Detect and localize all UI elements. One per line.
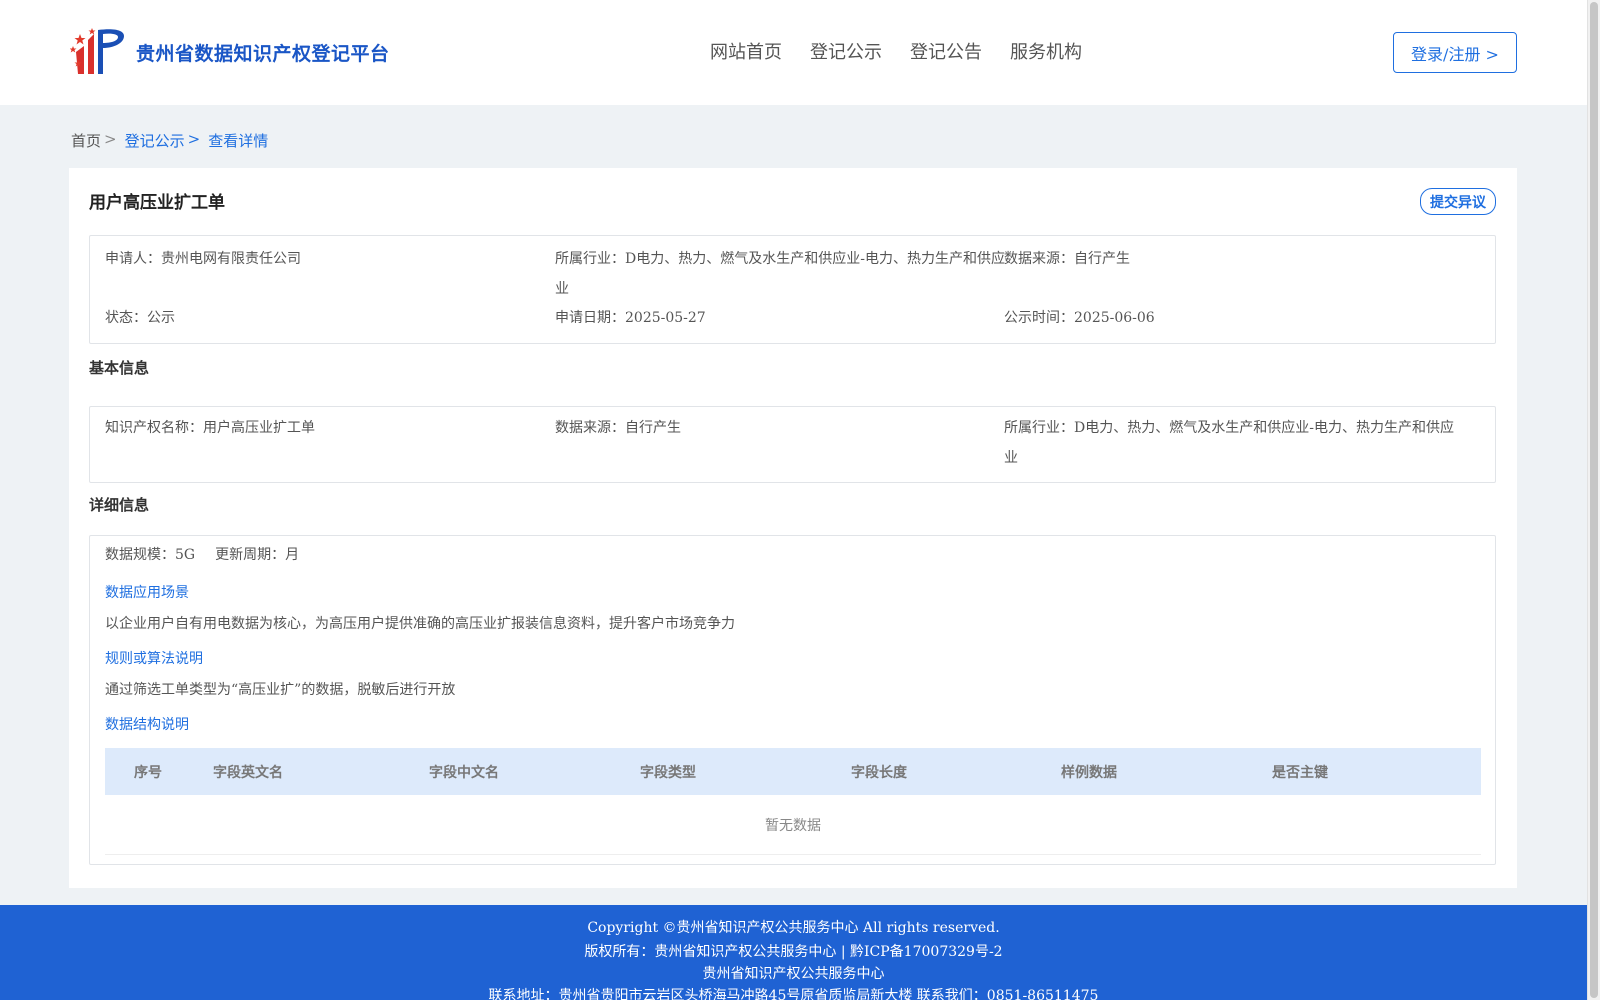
apply-date-field: 申请日期：2025-05-27 bbox=[555, 303, 706, 333]
breadcrumb-separator: > bbox=[187, 130, 201, 148]
applicant-field: 申请人：贵州电网有限责任公司 bbox=[105, 244, 301, 274]
scenario-text: 以企业用户自有用电数据为核心，为高压用户提供准确的高压业扩报装信息资料，提升客户… bbox=[105, 616, 735, 632]
applicant-value: 贵州电网有限责任公司 bbox=[161, 251, 301, 267]
footer-copyright: Copyright ©贵州省知识产权公共服务中心 All rights rese… bbox=[587, 920, 1000, 936]
basic-info-box: 知识产权名称：用户高压业扩工单 数据来源：自行产生 所属行业：D电力、热力、燃气… bbox=[89, 406, 1496, 483]
industry-value-cont: 业 bbox=[555, 281, 569, 297]
source-label: 数据来源： bbox=[1004, 251, 1074, 267]
rule-heading: 规则或算法说明 bbox=[105, 651, 203, 667]
page-scrollbar[interactable] bbox=[1587, 0, 1600, 1000]
structure-table-header: 序号 字段英文名 字段中文名 字段类型 字段长度 样例数据 是否主键 bbox=[105, 748, 1481, 795]
detail-card: 用户高压业扩工单 提交异议 申请人：贵州电网有限责任公司 所属行业：D电力、热力… bbox=[69, 168, 1517, 888]
ip-name-field: 知识产权名称：用户高压业扩工单 bbox=[105, 413, 315, 443]
industry-value: D电力、热力、燃气及水生产和供应业-电力、热力生产和供应 bbox=[625, 251, 1005, 267]
submit-objection-button[interactable]: 提交异议 bbox=[1420, 188, 1496, 215]
publish-date-label: 公示时间： bbox=[1004, 310, 1074, 326]
breadcrumb-separator: > bbox=[104, 130, 117, 148]
ip-name-value: 用户高压业扩工单 bbox=[203, 420, 315, 436]
breadcrumb-registration-publicity[interactable]: 登记公示 bbox=[125, 130, 185, 151]
site-name: 贵州省数据知识产权登记平台 bbox=[136, 42, 390, 65]
source-field: 数据来源：自行产生 bbox=[1004, 244, 1130, 274]
login-register-button[interactable]: 登录/注册 > bbox=[1393, 32, 1517, 73]
basic-source-value: 自行产生 bbox=[625, 420, 681, 436]
detail-info-heading: 详细信息 bbox=[89, 496, 150, 514]
source-value: 自行产生 bbox=[1074, 251, 1130, 267]
site-header: 贵州省数据知识产权登记平台 网站首页 登记公示 登记公告 服务机构 登录/注册 … bbox=[0, 0, 1587, 105]
scenario-heading: 数据应用场景 bbox=[105, 585, 189, 601]
structure-heading: 数据结构说明 bbox=[105, 717, 189, 733]
scale-label: 数据规模： bbox=[105, 547, 175, 563]
apply-date-value: 2025-05-27 bbox=[625, 310, 706, 326]
basic-industry-field: 所属行业：D电力、热力、燃气及水生产和供应业-电力、热力生产和供应 业 bbox=[1004, 413, 1464, 473]
logo-emblem-icon bbox=[70, 28, 124, 74]
scale-period-row: 数据规模：5G 更新周期：月 bbox=[105, 540, 299, 570]
breadcrumb-home[interactable]: 首页 bbox=[71, 130, 101, 151]
col-length: 字段长度 bbox=[851, 765, 907, 781]
scale-value: 5G bbox=[175, 547, 196, 563]
nav-service-agencies[interactable]: 服务机构 bbox=[1010, 38, 1082, 64]
apply-date-label: 申请日期： bbox=[555, 310, 625, 326]
status-value: 公示 bbox=[147, 310, 175, 326]
status-label: 状态： bbox=[105, 310, 147, 326]
basic-industry-label: 所属行业： bbox=[1004, 420, 1074, 436]
applicant-label: 申请人： bbox=[105, 251, 161, 267]
col-chinese-name: 字段中文名 bbox=[429, 765, 499, 781]
page: 贵州省数据知识产权登记平台 网站首页 登记公示 登记公告 服务机构 登录/注册 … bbox=[0, 0, 1587, 1000]
basic-source-label: 数据来源： bbox=[555, 420, 625, 436]
ip-name-label: 知识产权名称： bbox=[105, 420, 203, 436]
publish-date-value: 2025-06-06 bbox=[1074, 310, 1155, 326]
site-footer: Copyright ©贵州省知识产权公共服务中心 All rights rese… bbox=[0, 905, 1587, 1000]
nav-registration-publicity[interactable]: 登记公示 bbox=[810, 38, 882, 64]
site-logo[interactable]: 贵州省数据知识产权登记平台 bbox=[70, 26, 390, 78]
footer-rights-icp: 版权所有：贵州省知识产权公共服务中心 | 黔ICP备17007329号-2 bbox=[584, 944, 1003, 960]
nav-registration-announcement[interactable]: 登记公告 bbox=[910, 38, 982, 64]
basic-industry-value-cont: 业 bbox=[1004, 450, 1018, 466]
publish-date-field: 公示时间：2025-06-06 bbox=[1004, 303, 1155, 333]
period-value: 月 bbox=[285, 547, 300, 563]
scrollbar-thumb[interactable] bbox=[1590, 2, 1598, 998]
basic-industry-value: D电力、热力、燃气及水生产和供应业-电力、热力生产和供应 bbox=[1074, 420, 1454, 436]
col-sample: 样例数据 bbox=[1061, 765, 1117, 781]
breadcrumb-current: 查看详情 bbox=[208, 132, 269, 150]
page-title: 用户高压业扩工单 bbox=[89, 193, 225, 213]
col-index: 序号 bbox=[134, 765, 162, 781]
main-nav: 网站首页 登记公示 登记公告 服务机构 bbox=[710, 38, 1110, 64]
footer-organization: 贵州省知识产权公共服务中心 bbox=[702, 966, 885, 982]
breadcrumb: 首页 > 登记公示 > 查看详情 bbox=[71, 130, 268, 151]
col-type: 字段类型 bbox=[640, 765, 696, 781]
rule-text: 通过筛选工单类型为“高压业扩”的数据，脱敏后进行开放 bbox=[105, 682, 456, 698]
nav-home[interactable]: 网站首页 bbox=[710, 38, 782, 64]
basic-info-heading: 基本信息 bbox=[89, 359, 150, 377]
status-field: 状态：公示 bbox=[105, 303, 175, 333]
industry-field: 所属行业：D电力、热力、燃气及水生产和供应业-电力、热力生产和供应 业 bbox=[555, 244, 1005, 304]
industry-label: 所属行业： bbox=[555, 251, 625, 267]
summary-box: 申请人：贵州电网有限责任公司 所属行业：D电力、热力、燃气及水生产和供应业-电力… bbox=[89, 235, 1496, 344]
basic-source-field: 数据来源：自行产生 bbox=[555, 413, 681, 443]
table-empty-state: 暂无数据 bbox=[105, 795, 1481, 855]
footer-contact: 联系地址：贵州省贵阳市云岩区头桥海马冲路45号原省质监局新大楼 联系我们：085… bbox=[488, 988, 1099, 1000]
col-english-name: 字段英文名 bbox=[213, 765, 283, 781]
detail-info-box: 数据规模：5G 更新周期：月 数据应用场景 以企业用户自有用电数据为核心，为高压用… bbox=[89, 535, 1496, 865]
col-primary-key: 是否主键 bbox=[1272, 765, 1328, 781]
period-label: 更新周期： bbox=[215, 547, 286, 563]
